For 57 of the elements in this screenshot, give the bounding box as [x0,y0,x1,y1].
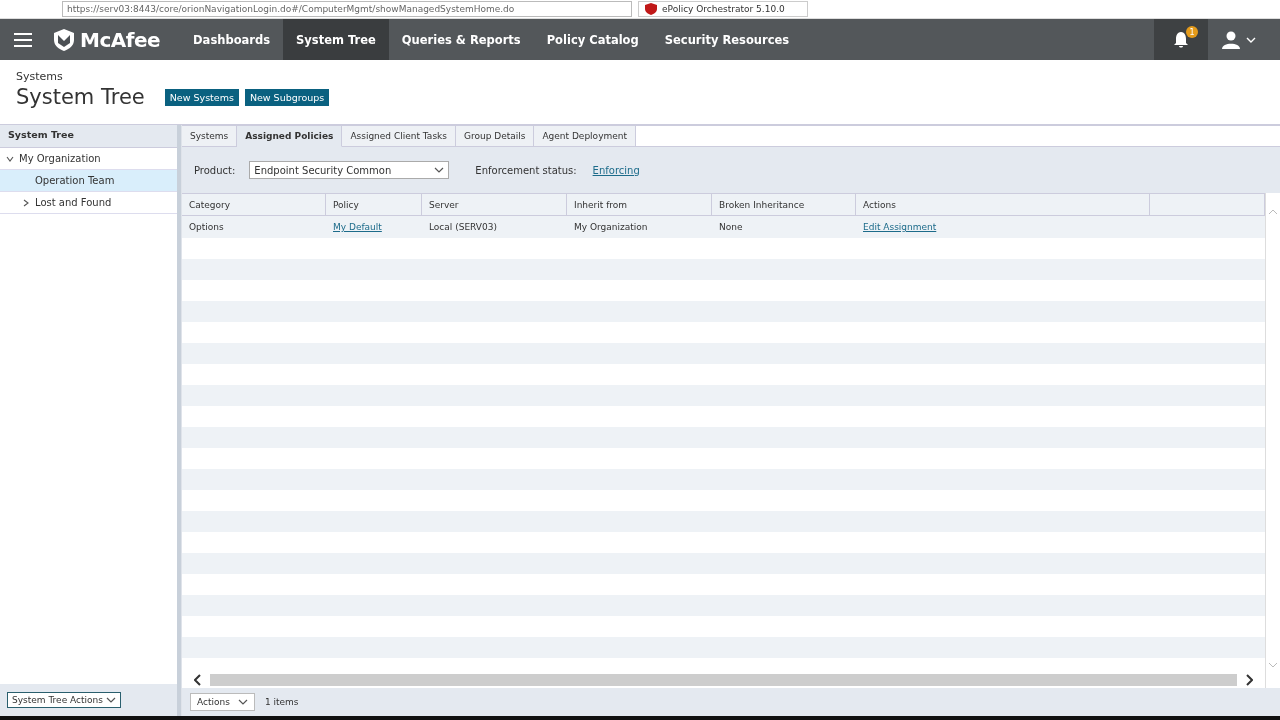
tab[interactable]: Assigned Client Tasks [342,126,456,147]
table-cell: Local (SERV03) [429,222,497,232]
logo-wordmark: McAfee [80,27,161,52]
chevron-right-icon[interactable] [22,198,30,207]
nav-menu-item[interactable]: Dashboards [180,19,284,60]
tree-item[interactable]: Operation Team [0,170,177,192]
notification-badge: 1 [1186,26,1198,38]
item-count: 1 items [264,697,299,707]
chevron-left-icon [194,674,202,686]
actions-dropdown[interactable]: System Tree Actions [7,692,121,708]
chevron-down-icon [1268,662,1278,668]
enforcement-link[interactable]: Enforcing [592,164,640,176]
nav-menu-item[interactable]: Queries & Reports [388,19,534,60]
table-link[interactable]: My Default [333,222,382,232]
chevron-down-icon[interactable] [6,154,14,163]
tree-item[interactable]: Lost and Found [0,192,177,214]
nav-menu-item[interactable]: System Tree [283,19,389,60]
tab[interactable]: Assigned Policies [237,126,343,147]
address-bar[interactable]: https://serv03:8443/core/orionNavigationLogin.do#/ComputerMgmt/showManagedSystemHome.do [62,1,632,17]
breadcrumb[interactable]: Systems [16,70,1264,83]
column-header[interactable]: Server [422,194,567,215]
column-header[interactable]: Inherit from [567,194,712,215]
shield-icon [54,28,74,51]
column-header[interactable]: Policy [326,194,422,215]
product-dropdown[interactable]: Endpoint Security Common [249,161,450,179]
header-button[interactable]: New Subgroups [244,88,330,106]
table-cell: Options [189,222,224,232]
tab[interactable]: Agent Deployment [534,126,636,147]
tab[interactable]: Group Details [455,126,535,147]
field-label: Enforcement status: [475,164,577,176]
tab[interactable]: Systems [182,126,238,147]
field-label: Product: [194,164,236,176]
chevron-up-icon [1268,209,1278,215]
table-cell: None [719,222,743,232]
browser-tab[interactable]: ePolicy Orchestrator 5.10.0 [638,1,808,17]
caret-icon [105,696,116,704]
caret-icon [434,166,445,174]
user-icon [1222,30,1240,49]
column-header[interactable]: Category [182,194,326,215]
actions-dropdown[interactable]: Actions [190,693,255,711]
nav-menu-item[interactable]: Policy Catalog [533,19,652,60]
shield-icon [645,3,657,15]
column-header[interactable]: Actions [856,194,1150,215]
bell-icon [1172,30,1190,49]
menu-icon[interactable] [14,32,32,47]
page-title: System Tree [16,85,145,109]
table-cell: My Organization [574,222,648,232]
table-link[interactable]: Edit Assignment [863,222,937,232]
header-button[interactable]: New Systems [164,88,239,106]
sidebar-title: System Tree [0,125,177,148]
chevron-right-icon [1245,674,1253,686]
vertical-scrollbar[interactable] [1265,193,1280,688]
column-header[interactable]: Broken Inheritance [712,194,856,215]
caret-icon [237,698,248,706]
caret-icon [1246,35,1256,44]
scrollbar-thumb[interactable] [210,674,1237,686]
nav-menu-item[interactable]: Security Resources [651,19,803,60]
